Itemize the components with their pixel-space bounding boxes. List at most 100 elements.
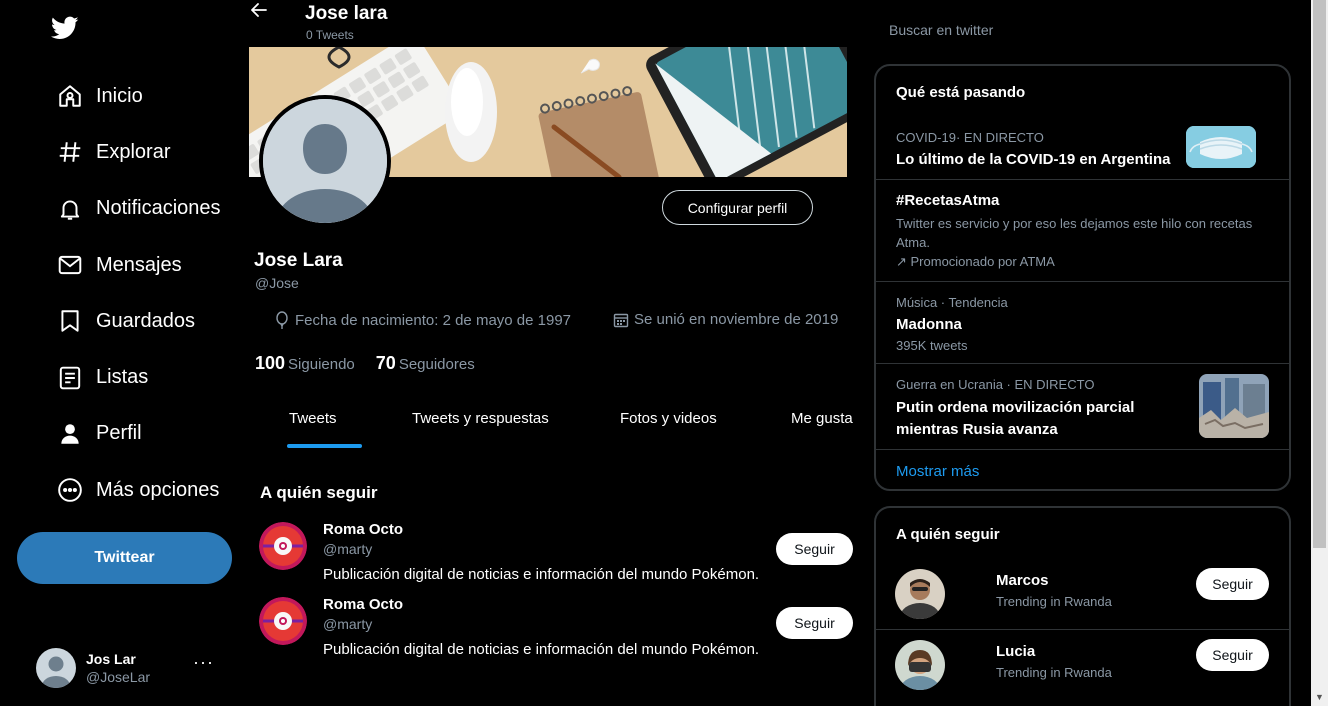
person-icon	[55, 419, 85, 449]
avatar	[895, 569, 945, 619]
trend-description: Twitter es servicio y por eso les dejamo…	[896, 216, 1253, 250]
hashtag-icon	[55, 137, 85, 167]
nav-label: Inicio	[96, 84, 143, 107]
search-input[interactable]: Buscar en twitter	[889, 22, 1269, 44]
edit-profile-button[interactable]: Configurar perfil	[662, 190, 813, 225]
envelope-icon	[55, 250, 85, 280]
follow-button[interactable]: Seguir	[776, 607, 853, 639]
nav-item-notificaciones[interactable]: Notificaciones	[55, 181, 221, 237]
trend-context: Guerra en Ucrania · EN DIRECTO	[896, 377, 1095, 392]
avatar	[259, 522, 307, 570]
calendar-icon	[613, 313, 629, 327]
trend-context: Música · Tendencia	[896, 295, 1008, 310]
tab-tweets-y-respuestas[interactable]: Tweets y respuestas	[412, 410, 549, 427]
suggestion-name[interactable]: Roma Octo	[323, 521, 403, 538]
who-to-follow-side-title: A quién seguir	[896, 526, 1000, 543]
trend-thumbnail	[1199, 374, 1269, 438]
scroll-down-arrow-icon[interactable]: ▼	[1311, 688, 1328, 706]
avatar	[259, 597, 307, 645]
trend-item[interactable]: Guerra en Ucrania · EN DIRECTO Putin ord…	[876, 363, 1289, 449]
join-date-text: Se unió en noviembre de 2019	[634, 311, 839, 328]
suggestion-name[interactable]: Marcos	[996, 572, 1049, 589]
account-switcher[interactable]: Jos Lar @JoseLar ···	[36, 646, 226, 690]
tab-tweets[interactable]: Tweets	[289, 410, 337, 427]
trend-item[interactable]: #RecetasAtma Twitter es servicio y por e…	[876, 179, 1289, 281]
trend-title: Madonna	[896, 316, 962, 333]
following-count[interactable]: 100	[255, 353, 285, 374]
followers-label[interactable]: Seguidores	[399, 356, 475, 373]
following-label[interactable]: Siguiendo	[288, 356, 355, 373]
more-circle-icon	[55, 475, 85, 505]
suggestion-bio: Publicación digital de noticias e inform…	[323, 641, 760, 658]
trend-title: #RecetasAtma	[896, 192, 1000, 209]
nav-item-explorar[interactable]: Explorar	[55, 124, 221, 180]
bookmark-icon	[55, 306, 85, 336]
account-handle: @JoseLar	[86, 669, 151, 685]
more-dots-icon[interactable]: ···	[193, 652, 214, 673]
trend-title: Putin ordena movilización parcial mientr…	[896, 399, 1135, 438]
suggestion-name[interactable]: Lucia	[996, 643, 1035, 660]
birth-date: Fecha de nacimiento: 2 de mayo de 1997	[274, 311, 571, 329]
tab-me-gusta[interactable]: Me gusta	[791, 410, 853, 427]
trend-context: COVID-19· EN DIRECTO	[896, 130, 1044, 145]
list-icon	[55, 363, 85, 393]
suggestion-row[interactable]: Marcos Trending in Rwanda Seguir	[876, 562, 1289, 629]
profile-column: Jose lara 0 Tweets Configurar perfil Jos…	[249, 0, 857, 706]
suggestion-row[interactable]: Roma Octo @marty Publicación digital de …	[259, 520, 854, 590]
suggestion-handle: @marty	[323, 541, 373, 557]
follow-button[interactable]: Seguir	[1196, 639, 1269, 671]
suggestion-subtitle: Trending in Rwanda	[996, 594, 1112, 609]
avatar	[36, 648, 76, 688]
scrollbar-thumb[interactable]	[1313, 0, 1326, 548]
nav-label: Explorar	[96, 140, 171, 163]
trends-title: Qué está pasando	[896, 84, 1026, 101]
suggestion-bio: Publicación digital de noticias e inform…	[323, 566, 760, 583]
nav-label: Más opciones	[96, 478, 220, 501]
who-to-follow-title: A quién seguir	[260, 483, 378, 502]
followers-count[interactable]: 70	[376, 353, 396, 374]
nav-item-listas[interactable]: Listas	[55, 349, 221, 405]
trend-thumbnail	[1186, 126, 1256, 168]
tweet-button[interactable]: Twittear	[17, 532, 232, 584]
trends-card: Qué está pasando COVID-19· EN DIRECTO Lo…	[874, 64, 1291, 491]
nav-label: Notificaciones	[96, 197, 221, 220]
back-arrow-icon[interactable]	[249, 0, 269, 20]
join-date: Se unió en noviembre de 2019	[613, 311, 838, 328]
sidebar: Inicio Explorar Notificaciones Mensajes …	[0, 0, 249, 706]
who-to-follow-card: A quién seguir Marcos Trending in Rwanda…	[874, 506, 1291, 706]
active-tab-indicator	[287, 444, 362, 448]
suggestion-row[interactable]: Roma Octo @marty Publicación digital de …	[259, 595, 854, 665]
profile-tabs: Tweets Tweets y respuestas Fotos y video…	[249, 400, 857, 448]
avatar	[895, 640, 945, 690]
follow-button[interactable]: Seguir	[776, 533, 853, 565]
nav-label: Listas	[96, 366, 149, 389]
suggestion-row[interactable]: Lucia Trending in Rwanda Seguir	[876, 629, 1289, 706]
suggestion-subtitle: Trending in Rwanda	[996, 665, 1112, 680]
trend-item[interactable]: COVID-19· EN DIRECTO Lo último de la COV…	[876, 120, 1289, 179]
show-more-row[interactable]: Mostrar más	[876, 449, 1289, 489]
header-title: Jose lara	[305, 3, 388, 24]
tab-fotos-y-videos[interactable]: Fotos y videos	[620, 410, 717, 427]
main-nav: Inicio Explorar Notificaciones Mensajes …	[55, 68, 221, 518]
balloon-icon	[276, 311, 288, 329]
bell-icon	[55, 194, 85, 224]
profile-avatar[interactable]	[259, 95, 391, 227]
nav-item-mas-opciones[interactable]: Más opciones	[55, 462, 221, 518]
nav-item-guardados[interactable]: Guardados	[55, 293, 221, 349]
header-tweet-count: 0 Tweets	[306, 28, 354, 42]
nav-label: Guardados	[96, 309, 195, 332]
show-more-link[interactable]: Mostrar más	[896, 463, 979, 480]
nav-item-mensajes[interactable]: Mensajes	[55, 237, 221, 293]
profile-name: Jose Lara	[254, 250, 343, 271]
follow-counts: 100 Siguiendo 70 Seguidores	[255, 353, 496, 374]
profile-handle: @Jose	[255, 275, 299, 291]
nav-item-perfil[interactable]: Perfil	[55, 406, 221, 462]
suggestion-handle: @marty	[323, 616, 373, 632]
follow-button[interactable]: Seguir	[1196, 568, 1269, 600]
twitter-logo-icon[interactable]	[50, 14, 80, 42]
home-icon	[55, 81, 85, 111]
nav-item-inicio[interactable]: Inicio	[55, 68, 221, 124]
trend-item[interactable]: Música · Tendencia Madonna 395K tweets	[876, 281, 1289, 363]
nav-label: Mensajes	[96, 253, 182, 276]
suggestion-name[interactable]: Roma Octo	[323, 596, 403, 613]
